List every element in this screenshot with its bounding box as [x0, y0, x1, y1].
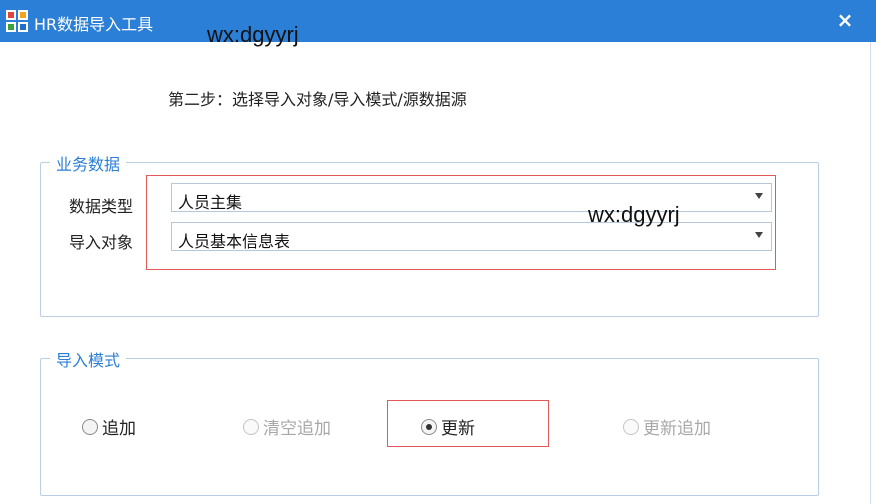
import-mode-group-title: 导入模式 — [50, 347, 127, 371]
data-type-label: 数据类型 — [69, 197, 134, 216]
business-data-group-title: 业务数据 — [50, 151, 127, 175]
highlight-box-update — [387, 400, 549, 447]
close-icon[interactable]: × — [834, 9, 856, 31]
watermark-text: wx:dgyyrj — [207, 22, 299, 47]
window-edge — [870, 42, 871, 504]
radio-circle-icon[interactable] — [82, 418, 98, 435]
radio-circle-icon — [243, 418, 259, 435]
title-bar: HR数据导入工具 × — [0, 0, 876, 42]
radio-append[interactable]: 追加 — [82, 414, 136, 439]
radio-label: 追加 — [102, 419, 136, 439]
highlight-box-selects — [146, 175, 776, 270]
step-instruction: 第二步：选择导入对象/导入模式/源数据源 — [168, 90, 467, 109]
import-tool-window: HR数据导入工具 × wx:dgyyrj 第二步：选择导入对象/导入模式/源数据… — [0, 0, 876, 504]
import-object-label: 导入对象 — [69, 233, 134, 252]
radio-clear-append: 清空追加 — [243, 414, 331, 439]
window-title: HR数据导入工具 — [34, 15, 154, 34]
radio-label: 清空追加 — [263, 419, 331, 439]
app-logo-icon — [6, 10, 28, 32]
watermark-text: wx:dgyyrj — [588, 202, 680, 227]
radio-label: 更新追加 — [643, 419, 711, 439]
radio-update-append: 更新追加 — [623, 414, 711, 439]
radio-circle-icon — [623, 418, 639, 435]
